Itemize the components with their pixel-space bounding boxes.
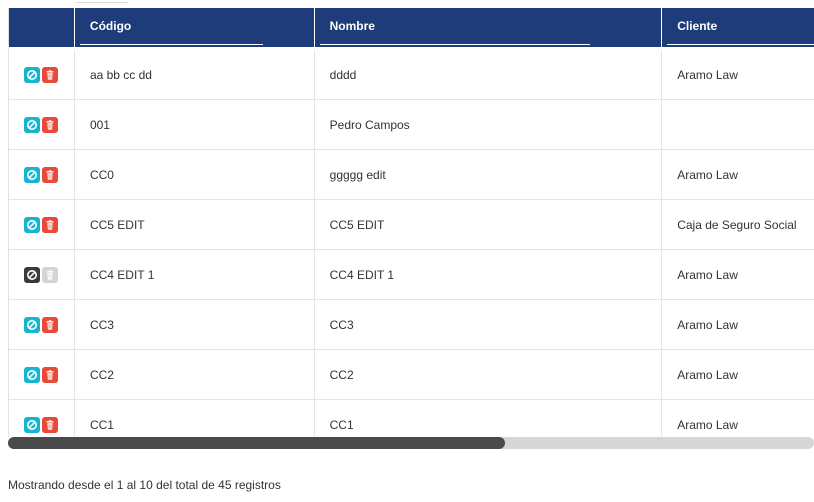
disable-button[interactable] [24,217,40,233]
cell-nombre: CC2 [315,350,663,400]
delete-button[interactable] [42,167,58,183]
trash-icon [44,119,56,131]
table-row[interactable]: CC4 EDIT 1 CC4 EDIT 1 Aramo Law [9,250,814,300]
trash-icon [44,169,56,181]
cell-codigo: CC4 EDIT 1 [75,250,315,300]
cell-cliente [662,100,814,150]
table-header: Código Nombre Cliente [9,8,814,47]
table-row[interactable]: 001 Pedro Campos [9,100,814,150]
trash-icon [44,69,56,81]
ban-icon [26,269,38,281]
delete-button[interactable] [42,217,58,233]
ban-icon [26,319,38,331]
cell-cliente: Aramo Law [677,268,738,282]
row-actions [9,200,75,250]
row-actions [9,400,75,438]
cell-codigo: CC1 [75,400,315,438]
ban-icon [26,369,38,381]
delete-button[interactable] [42,367,58,383]
disable-button[interactable] [24,417,40,433]
delete-button[interactable] [42,67,58,83]
pagination-info: Mostrando desde el 1 al 10 del total de … [8,478,281,492]
row-actions [9,350,75,400]
cell-nombre: dddd [315,50,663,100]
cell-nombre: Pedro Campos [315,100,663,150]
cell-cliente: Aramo Law [677,318,738,332]
table-row[interactable]: CC2 CC2 Aramo Law [9,350,814,400]
disable-button[interactable] [24,67,40,83]
cell-cliente: Aramo Law [677,368,738,382]
disable-button[interactable] [24,317,40,333]
cell-cliente: Aramo Law [677,418,738,432]
horizontal-scrollbar[interactable] [8,437,814,449]
trash-icon [44,219,56,231]
trash-icon [44,419,56,431]
table-row[interactable]: aa bb cc dd dddd Aramo Law [9,50,814,100]
trash-icon [44,319,56,331]
scrollbar-thumb[interactable] [8,437,505,449]
cell-cliente: Aramo Law [677,168,738,182]
cell-codigo: CC0 [75,150,315,200]
table-row[interactable]: CC5 EDIT CC5 EDIT Caja de Seguro Social [9,200,814,250]
disable-button[interactable] [24,167,40,183]
ban-icon [26,169,38,181]
cell-cliente: Aramo Law [677,68,738,82]
table-row[interactable]: CC1 CC1 Aramo Law [9,400,814,438]
row-actions [9,100,75,150]
table-row[interactable]: CC0 ggggg edit Aramo Law [9,150,814,200]
column-filter-underline [667,44,814,45]
disable-button[interactable] [24,117,40,133]
cell-nombre: ggggg edit [315,150,663,200]
disable-button[interactable] [24,267,40,283]
cell-codigo: aa bb cc dd [75,50,315,100]
cell-nombre: CC4 EDIT 1 [315,250,663,300]
column-header-cliente[interactable]: Cliente [662,8,814,47]
delete-button [42,267,58,283]
delete-button[interactable] [42,417,58,433]
delete-button[interactable] [42,317,58,333]
row-actions [9,250,75,300]
ban-icon [26,69,38,81]
row-actions [9,50,75,100]
cell-nombre: CC1 [315,400,663,438]
ban-icon [26,219,38,231]
column-header-actions [9,8,75,47]
column-header-label: Código [89,19,132,33]
cell-nombre: CC3 [315,300,663,350]
data-table: Código Nombre Cliente aa bb cc dd dddd Ara… [8,8,814,438]
column-header-codigo[interactable]: Código [75,8,315,47]
cell-codigo: CC3 [75,300,315,350]
table-row[interactable]: CC3 CC3 Aramo Law [9,300,814,350]
trash-icon [44,369,56,381]
cell-cliente: Caja de Seguro Social [677,218,797,232]
column-header-label: Nombre [329,19,375,33]
cell-codigo: CC2 [75,350,315,400]
ban-icon [26,419,38,431]
cell-nombre: CC5 EDIT [315,200,663,250]
table-body: aa bb cc dd dddd Aramo Law 001 Pedro Campos C… [9,50,814,438]
disable-button[interactable] [24,367,40,383]
ban-icon [26,119,38,131]
column-header-label: Cliente [677,19,718,33]
column-filter-underline [319,44,590,45]
tab-indicator [76,0,128,3]
delete-button[interactable] [42,117,58,133]
row-actions [9,150,75,200]
cell-codigo: 001 [75,100,315,150]
column-filter-underline [79,44,263,45]
trash-icon [44,269,56,281]
row-actions [9,300,75,350]
column-header-nombre[interactable]: Nombre [315,8,663,47]
cell-codigo: CC5 EDIT [75,200,315,250]
